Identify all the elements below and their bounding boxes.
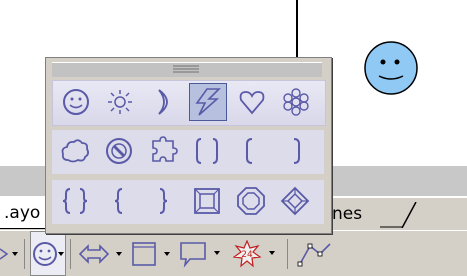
palette-row bbox=[52, 180, 324, 224]
double-bracket-button[interactable] bbox=[188, 132, 226, 170]
puzzle-icon bbox=[152, 136, 178, 162]
right-bracket-icon bbox=[293, 138, 300, 164]
heart-button[interactable] bbox=[233, 83, 271, 121]
right-bracket-button[interactable] bbox=[276, 132, 314, 170]
diamond-bevel-icon bbox=[280, 186, 310, 216]
points-button[interactable] bbox=[296, 231, 336, 276]
toolbar-separator bbox=[24, 239, 25, 269]
cloud-icon bbox=[61, 139, 90, 163]
right-brace-icon bbox=[159, 188, 168, 214]
left-bracket-button[interactable] bbox=[232, 132, 270, 170]
prev-tool-button[interactable] bbox=[0, 231, 22, 276]
callouts-icon bbox=[180, 241, 220, 268]
diamond-bevel-button[interactable] bbox=[276, 182, 314, 220]
left-bracket-icon bbox=[246, 138, 253, 164]
flowcharts-icon bbox=[132, 241, 170, 266]
octagon-bevel-button[interactable] bbox=[232, 182, 270, 220]
palette-grid bbox=[52, 80, 326, 230]
flower-icon bbox=[283, 88, 309, 116]
double-brace-button[interactable] bbox=[56, 182, 94, 220]
smiley-icon bbox=[63, 89, 89, 115]
lightning-icon bbox=[195, 88, 221, 116]
smiley-button[interactable] bbox=[57, 83, 95, 121]
stars-button[interactable]: 24 bbox=[233, 231, 281, 276]
double-brace-icon bbox=[62, 188, 88, 214]
toolbar-separator bbox=[70, 239, 71, 269]
heart-icon bbox=[239, 91, 265, 115]
flower-button[interactable] bbox=[277, 83, 315, 121]
toolbar-separator bbox=[287, 239, 288, 269]
forbidden-icon bbox=[106, 138, 132, 164]
left-brace-button[interactable] bbox=[100, 182, 138, 220]
block-arrows-icon bbox=[78, 243, 122, 264]
drawing-toolbar: 24 bbox=[0, 230, 467, 276]
block-arrows-button[interactable] bbox=[78, 231, 128, 276]
flowcharts-button[interactable] bbox=[130, 231, 176, 276]
forbidden-button[interactable] bbox=[100, 132, 138, 170]
sun-icon bbox=[108, 90, 132, 114]
callouts-button[interactable] bbox=[178, 231, 230, 276]
lightning-button[interactable] bbox=[189, 83, 227, 121]
points-icon bbox=[297, 242, 331, 266]
octagon-bevel-icon bbox=[237, 187, 265, 215]
palette-row bbox=[52, 130, 324, 174]
square-bevel-button[interactable] bbox=[188, 182, 226, 220]
puzzle-button[interactable] bbox=[144, 132, 182, 170]
symbol-shapes-icon bbox=[33, 241, 64, 266]
chevron-right-icon bbox=[0, 247, 18, 260]
palette-row bbox=[52, 80, 326, 126]
moon-button[interactable] bbox=[145, 83, 183, 121]
stars-icon: 24 bbox=[233, 239, 275, 267]
cloud-button[interactable] bbox=[56, 132, 94, 170]
grip-icon bbox=[173, 65, 199, 73]
stars-badge: 24 bbox=[241, 250, 253, 260]
smiley-shape[interactable] bbox=[363, 40, 419, 96]
moon-icon bbox=[158, 89, 168, 115]
double-bracket-icon bbox=[196, 138, 218, 164]
sun-button[interactable] bbox=[101, 83, 139, 121]
right-brace-button[interactable] bbox=[144, 182, 182, 220]
symbol-shapes-button[interactable] bbox=[30, 231, 66, 276]
tab-edge bbox=[380, 202, 417, 228]
left-brace-icon bbox=[114, 188, 123, 214]
square-bevel-icon bbox=[194, 188, 220, 214]
